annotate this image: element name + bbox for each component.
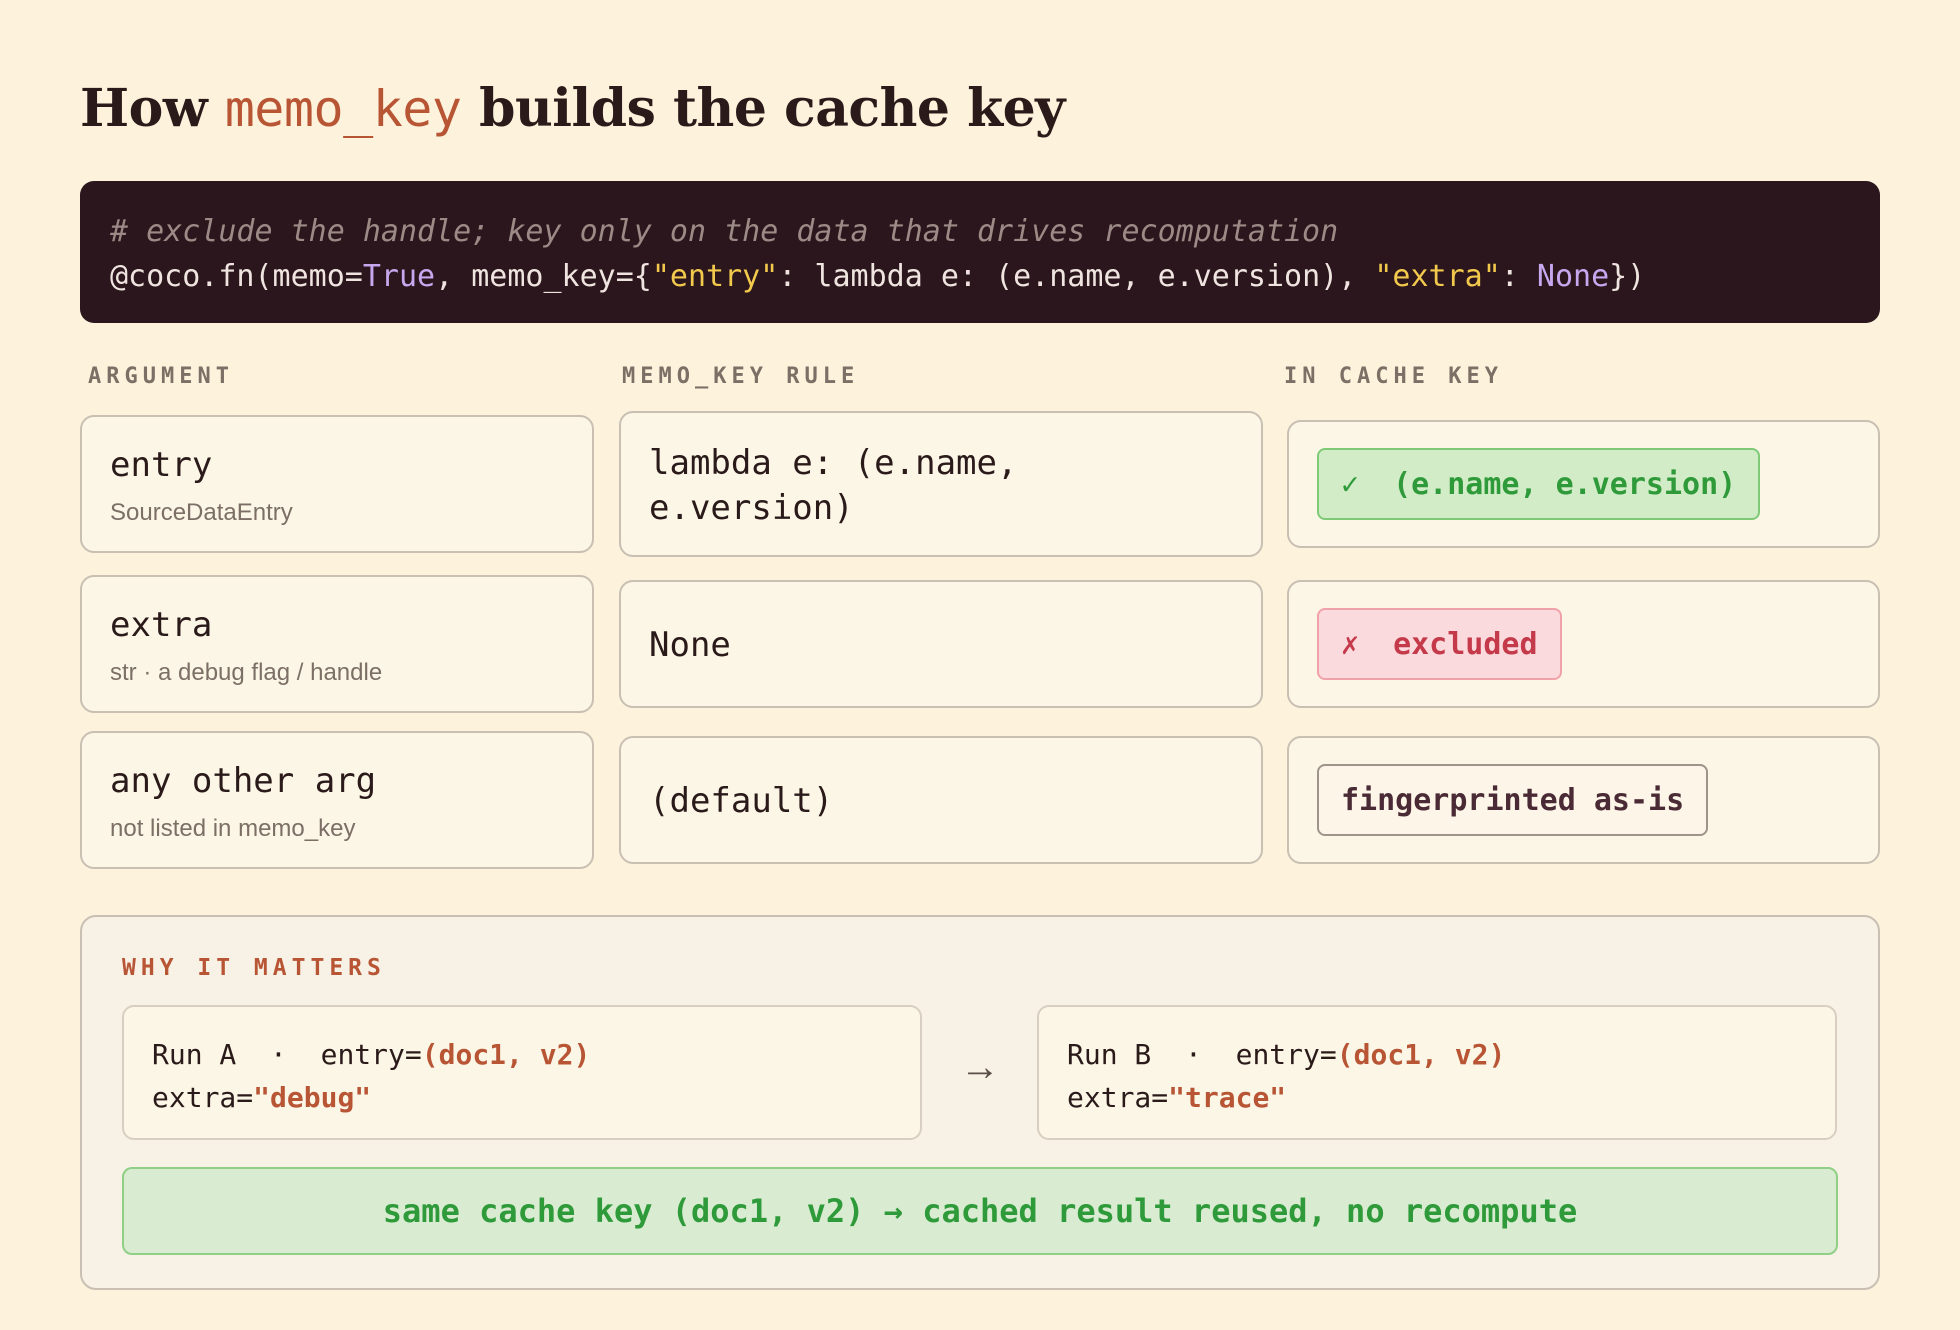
column-header-argument: ARGUMENT [88, 364, 234, 389]
run-b-card: Run B · entry=(doc1, v2) extra="trace" [1037, 1005, 1837, 1140]
argument-name: extra [110, 605, 213, 645]
run-label: Run B [1067, 1038, 1152, 1071]
title-suffix: builds the cache key [479, 78, 1065, 139]
argument-name: any other arg [110, 761, 377, 801]
run-separator: · [1185, 1038, 1202, 1071]
status-badge-excluded: ✗ excluded [1317, 608, 1562, 680]
code-part: : [1500, 259, 1537, 294]
argument-card-extra: extra str · a debug flag / handle [80, 575, 594, 713]
code-keyword: None [1536, 259, 1610, 294]
code-line: @coco.fn(memo=True, memo_key={"entry": l… [110, 254, 1850, 299]
rule-line: (default) [649, 781, 834, 821]
rule-card-extra: None [619, 580, 1263, 708]
title-prefix: How [80, 78, 208, 139]
extra-value: "debug" [253, 1081, 372, 1114]
right-arrow-icon: → [960, 1045, 1000, 1089]
page-title: How memo_key builds the cache key [80, 78, 1065, 139]
rule-line: lambda e: (e.name, [649, 443, 1018, 483]
result-banner: same cache key (doc1, v2) → cached resul… [122, 1167, 1838, 1255]
argument-type: str · a debug flag / handle [110, 659, 383, 686]
extra-key: extra= [152, 1081, 254, 1114]
run-a-card: Run A · entry=(doc1, v2) extra="debug" [122, 1005, 922, 1140]
code-string: "extra" [1374, 259, 1501, 294]
argument-card-other: any other arg not listed in memo_key [80, 731, 594, 869]
run-a-line-2: extra="debug" [152, 1076, 892, 1119]
code-part: : lambda e: (e.name, e.version), [778, 259, 1375, 294]
status-badge-included: ✓ (e.name, e.version) [1317, 448, 1761, 520]
badge-text: fingerprinted as-is [1341, 782, 1685, 818]
argument-name: entry [110, 445, 213, 485]
column-header-rule: MEMO_KEY RULE [622, 364, 860, 389]
entry-value: (doc1, v2) [1336, 1038, 1506, 1071]
run-label: Run A [152, 1038, 237, 1071]
badge-text: (e.name, e.version) [1393, 466, 1737, 502]
code-part: , memo_key={ [435, 259, 652, 294]
rule-text: (default) [649, 779, 1241, 824]
cross-icon: ✗ [1341, 626, 1360, 662]
rule-card-other: (default) [619, 736, 1263, 864]
code-keyword: True [362, 259, 436, 294]
run-b-line-2: extra="trace" [1067, 1076, 1807, 1119]
cache-card-other: fingerprinted as-is [1287, 736, 1880, 864]
title-code: memo_key [224, 80, 462, 138]
column-header-in-cache-key: IN CACHE KEY [1284, 364, 1503, 389]
why-heading: WHY IT MATTERS [122, 955, 386, 981]
entry-value: (doc1, v2) [421, 1038, 591, 1071]
run-a-line-1: Run A · entry=(doc1, v2) [152, 1033, 892, 1076]
run-b-line-1: Run B · entry=(doc1, v2) [1067, 1033, 1807, 1076]
rule-line: None [649, 625, 731, 665]
code-part: @coco.fn(memo= [110, 259, 363, 294]
extra-key: extra= [1067, 1081, 1169, 1114]
cache-card-entry: ✓ (e.name, e.version) [1287, 420, 1880, 548]
entry-key: entry= [1235, 1038, 1337, 1071]
check-icon: ✓ [1341, 466, 1360, 502]
badge-text: excluded [1393, 626, 1538, 662]
why-it-matters-panel: WHY IT MATTERS Run A · entry=(doc1, v2) … [80, 915, 1880, 1290]
rule-text: None [649, 623, 1241, 668]
rule-card-entry: lambda e: (e.name, e.version) [619, 411, 1263, 557]
rule-text: lambda e: (e.name, e.version) [649, 441, 1241, 531]
run-separator: · [270, 1038, 287, 1071]
code-string: "entry" [651, 259, 779, 294]
argument-type: SourceDataEntry [110, 499, 293, 526]
status-badge-default: fingerprinted as-is [1317, 764, 1709, 836]
code-comment: # exclude the handle; key only on the da… [110, 214, 1339, 249]
argument-type: not listed in memo_key [110, 815, 356, 842]
cache-card-extra: ✗ excluded [1287, 580, 1880, 708]
entry-key: entry= [320, 1038, 422, 1071]
extra-value: "trace" [1168, 1081, 1287, 1114]
code-part: }) [1609, 259, 1646, 294]
code-block: # exclude the handle; key only on the da… [80, 181, 1880, 323]
rule-line: e.version) [649, 488, 854, 528]
argument-card-entry: entry SourceDataEntry [80, 415, 594, 553]
